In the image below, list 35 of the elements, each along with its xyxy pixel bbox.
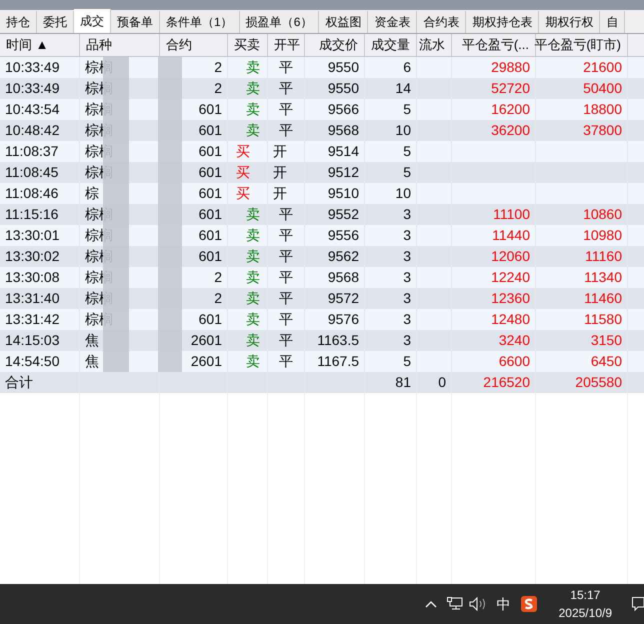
- tab[interactable]: 自: [600, 11, 626, 33]
- column-header[interactable]: 平仓盈亏(盯市): [536, 34, 628, 56]
- column-header[interactable]: 成交价: [305, 34, 365, 56]
- table-cell: 81: [365, 372, 417, 393]
- table-cell: 216520: [452, 372, 536, 393]
- input-method-icon[interactable]: [520, 596, 537, 612]
- tab[interactable]: 委托: [37, 11, 74, 33]
- column-header[interactable]: 时间 ▲: [0, 34, 80, 56]
- clock-date[interactable]: 2025/10/9: [558, 604, 612, 622]
- column-header[interactable]: 合约: [160, 34, 228, 56]
- column-header[interactable]: 流水: [417, 34, 452, 56]
- chevron-up-icon[interactable]: [424, 600, 437, 608]
- column-header[interactable]: 成交量: [365, 34, 417, 56]
- tab[interactable]: 资金表: [368, 11, 418, 33]
- column-header[interactable]: 平仓盈亏(...: [452, 34, 536, 56]
- ime-indicator[interactable]: 中: [496, 594, 511, 614]
- notification-icon[interactable]: [632, 596, 644, 612]
- tab[interactable]: 持仓: [0, 11, 37, 33]
- tab[interactable]: 条件单（1）: [160, 11, 240, 33]
- network-icon[interactable]: [446, 597, 463, 611]
- tab[interactable]: 损盈单（6）: [240, 11, 320, 33]
- tab[interactable]: 期权持仓表: [466, 11, 540, 33]
- column-header[interactable]: 买卖: [228, 34, 268, 56]
- clock-time[interactable]: 15:17: [570, 586, 600, 604]
- tab[interactable]: 预备单: [111, 11, 160, 33]
- table-cell: 合计: [0, 372, 80, 393]
- table-cell: 205580: [536, 372, 628, 393]
- speaker-icon[interactable]: [468, 597, 487, 611]
- column-header[interactable]: 开平: [268, 34, 305, 56]
- column-header[interactable]: 品种: [80, 34, 160, 56]
- tab[interactable]: 成交: [74, 9, 111, 33]
- tab[interactable]: 合约表: [417, 11, 466, 33]
- table-cell: 0: [417, 372, 452, 393]
- tab[interactable]: 期权行权: [539, 11, 600, 33]
- tab[interactable]: 权益图: [319, 11, 368, 33]
